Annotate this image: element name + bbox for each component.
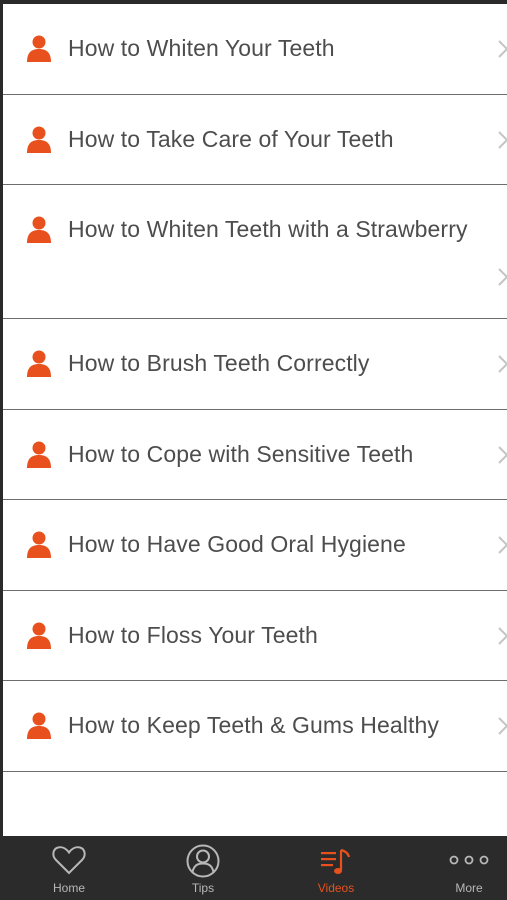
chevron-right-icon [498,40,507,58]
app-screen: How to Whiten Your Teeth How to Take Car… [0,0,507,836]
list-item[interactable]: How to Floss Your Teeth [3,591,507,681]
chevron-right-icon [498,445,507,464]
article-list: How to Whiten Your Teeth How to Take Car… [3,4,507,836]
tab-tips[interactable]: Tips [153,836,253,900]
chevron-right-icon [498,717,507,735]
chevron-right-icon [498,355,507,373]
list-item-label: How to Keep Teeth & Gums Healthy [68,712,439,738]
music-list-icon [321,848,351,874]
list-item[interactable]: How to Whiten Your Teeth [3,4,507,95]
list-item-label: How to Have Good Oral Hygiene [68,531,406,557]
person-icon [27,622,51,649]
list-item[interactable]: How to Whiten Teeth with a Strawberry [3,185,507,319]
list-item-label: How to Cope with Sensitive Teeth [68,440,414,467]
list-item[interactable]: How to Brush Teeth Correctly [3,319,507,410]
more-dots-icon [449,855,489,865]
list-item-label: How to Whiten Teeth with a Strawberry [68,216,468,242]
tab-home-label: Home [52,881,85,895]
chevron-right-icon [498,536,507,554]
tab-home[interactable]: Home [19,836,119,900]
user-circle-icon [186,844,220,878]
person-icon [27,531,51,558]
bottom-tab-bar: Home Tips Videos More [0,836,507,900]
chevron-right-icon [498,268,507,286]
list-item-label: How to Take Care of Your Teeth [68,125,394,152]
person-icon [27,350,51,377]
tab-more[interactable]: More [419,836,507,900]
person-icon [27,126,51,153]
person-icon [27,35,51,62]
person-icon [27,216,51,243]
person-icon [27,712,51,739]
chevron-right-icon [498,130,507,149]
list-item[interactable]: How to Take Care of Your Teeth [3,95,507,185]
list-item[interactable]: How to Have Good Oral Hygiene [3,500,507,591]
list-item-label: How to Floss Your Teeth [68,621,318,648]
chevron-right-icon [498,626,507,645]
tab-videos[interactable]: Videos [286,836,386,900]
tab-more-label: More [455,881,483,895]
tab-videos-label: Videos [317,881,355,895]
tab-tips-label: Tips [191,881,215,895]
person-icon [27,441,51,468]
list-item[interactable]: How to Cope with Sensitive Teeth [3,410,507,500]
list-item-label: How to Brush Teeth Correctly [68,350,370,376]
list-item-label: How to Whiten Your Teeth [68,35,335,61]
heart-icon [52,846,86,875]
list-item[interactable]: How to Keep Teeth & Gums Healthy [3,681,507,772]
